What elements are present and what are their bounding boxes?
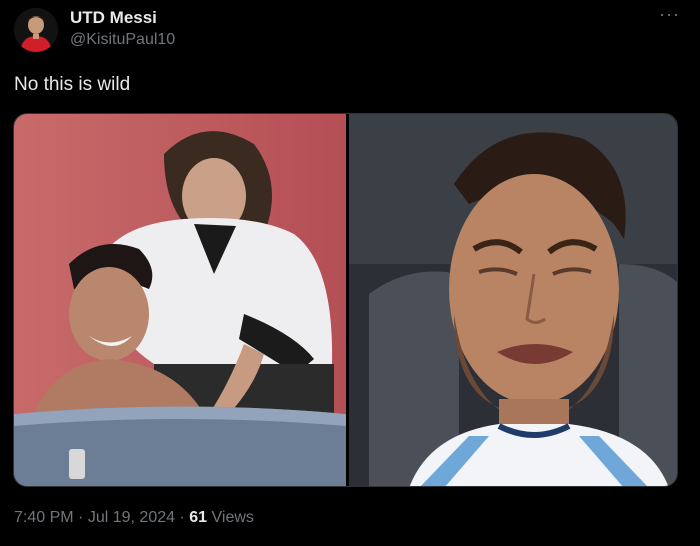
views-count[interactable]: 61 — [189, 509, 207, 526]
tweet-meta: 7:40 PM · Jul 19, 2024 · 61 Views — [14, 509, 254, 527]
author-handle[interactable]: @KisituPaul10 — [70, 31, 175, 49]
tweet: UTD Messi @KisituPaul10 ··· No this is w… — [0, 0, 700, 546]
tweet-date[interactable]: Jul 19, 2024 — [88, 509, 175, 526]
media-grid[interactable] — [13, 113, 678, 487]
tweet-time[interactable]: 7:40 PM — [14, 509, 74, 526]
more-icon[interactable]: ··· — [659, 4, 680, 25]
tub-photo — [14, 114, 346, 486]
author-display-name[interactable]: UTD Messi — [70, 8, 157, 28]
tweet-text: No this is wild — [14, 74, 131, 95]
meta-separator-2: · — [179, 509, 185, 526]
meta-separator: · — [78, 509, 84, 526]
avatar[interactable] — [14, 8, 58, 52]
crying-player-photo — [349, 114, 677, 486]
views-label: Views — [211, 509, 254, 526]
avatar-image — [14, 8, 58, 52]
media-right[interactable] — [349, 114, 677, 486]
media-left[interactable] — [14, 114, 346, 486]
